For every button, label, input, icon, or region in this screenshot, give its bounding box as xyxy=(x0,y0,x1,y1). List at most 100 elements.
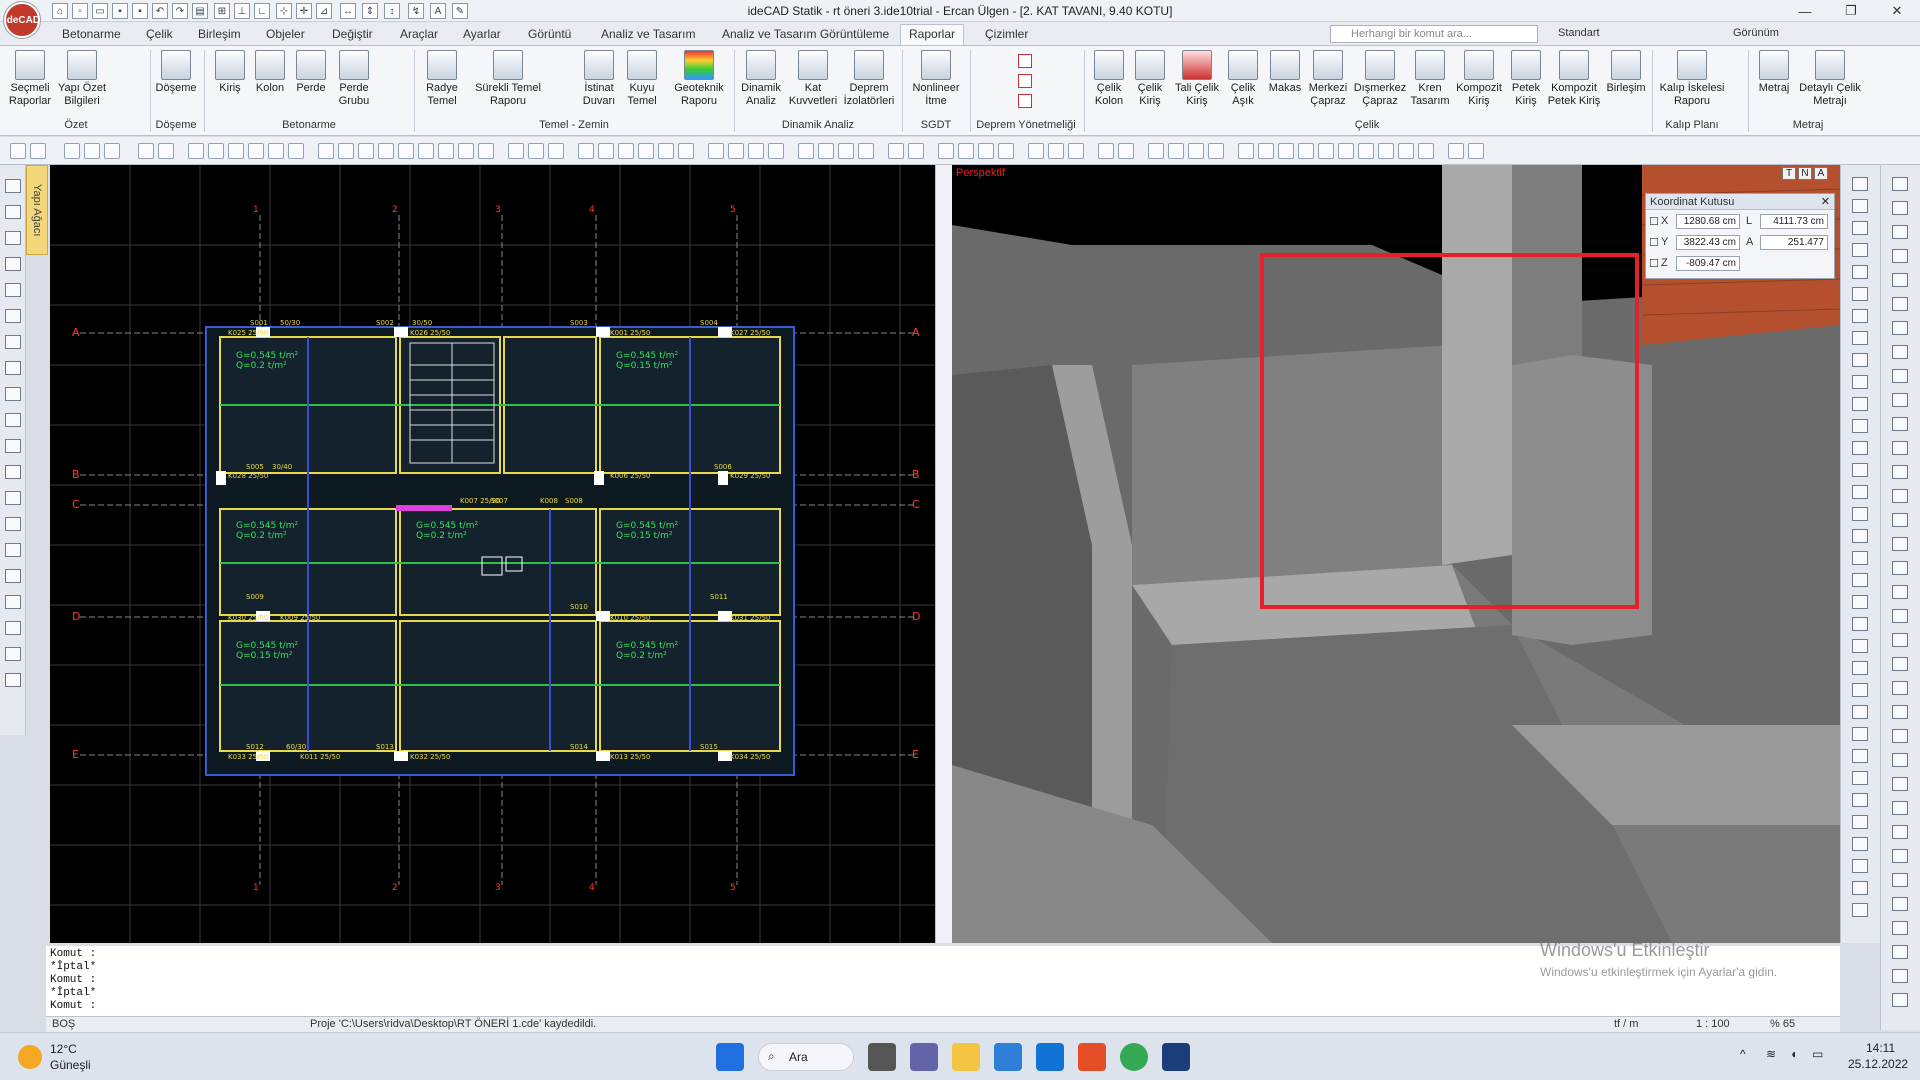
window-split-icon[interactable] xyxy=(1028,143,1044,159)
save-all-icon[interactable]: ▪ xyxy=(132,3,148,19)
app-logo[interactable]: ideCAD xyxy=(4,2,40,38)
table-view-icon[interactable] xyxy=(1448,143,1464,159)
view-cube[interactable]: T N A xyxy=(1782,167,1828,180)
draw-q-icon[interactable] xyxy=(1892,561,1908,575)
tool-ag-icon[interactable] xyxy=(1852,881,1868,895)
trim-icon[interactable] xyxy=(318,143,334,159)
draw-x-icon[interactable] xyxy=(1892,729,1908,743)
draw-a-icon[interactable] xyxy=(1892,177,1908,191)
status-scale[interactable]: 1 : 100 xyxy=(1696,1018,1730,1030)
draw-f-icon[interactable] xyxy=(1892,297,1908,311)
draw-r-icon[interactable] xyxy=(1892,585,1908,599)
world-icon[interactable] xyxy=(1208,143,1224,159)
view-cube-top[interactable]: T xyxy=(1782,167,1796,180)
nonlineer-itme-button[interactable]: Nonlineer İtme xyxy=(908,50,964,108)
kuyu-temel-button[interactable]: Kuyu Temel xyxy=(622,50,662,108)
x-field[interactable]: 1280.68 cm xyxy=(1676,214,1740,229)
hatch2-icon[interactable] xyxy=(5,465,21,479)
perde-grubu-button[interactable]: Perde Grubu xyxy=(334,50,374,108)
space-icon[interactable] xyxy=(5,439,21,453)
hatch-icon[interactable] xyxy=(678,143,694,159)
settings-3d-icon[interactable] xyxy=(1398,143,1414,159)
rectangle-icon[interactable] xyxy=(658,143,674,159)
tool-ab-icon[interactable] xyxy=(1852,771,1868,785)
extend-icon[interactable] xyxy=(338,143,354,159)
fillet-icon[interactable] xyxy=(418,143,434,159)
dinamik-analiz-button[interactable]: Dinamik Analiz xyxy=(738,50,784,108)
tool-x-icon[interactable] xyxy=(1852,683,1868,697)
text-style-icon[interactable]: A xyxy=(430,3,446,19)
kren-tasarim-button[interactable]: Kren Tasarım xyxy=(1408,50,1452,108)
draw-b-icon[interactable] xyxy=(1892,201,1908,215)
camera2-icon[interactable] xyxy=(5,647,21,661)
pick-icon[interactable] xyxy=(84,143,100,159)
deprem-izolator-button[interactable]: Deprem İzolatörleri xyxy=(840,50,898,108)
door-icon[interactable] xyxy=(5,309,21,323)
measure-icon[interactable]: ↔ xyxy=(340,3,356,19)
chat-icon[interactable] xyxy=(910,1043,938,1071)
plan-scrollbar[interactable] xyxy=(935,165,952,943)
y-field[interactable]: 3822.43 cm xyxy=(1676,235,1740,250)
shadow-icon[interactable] xyxy=(1278,143,1294,159)
mail-icon[interactable] xyxy=(1036,1043,1064,1071)
tool-g-icon[interactable] xyxy=(1852,309,1868,323)
walk-icon[interactable] xyxy=(978,143,994,159)
celik-asik-button[interactable]: Çelik Aşık xyxy=(1226,50,1260,108)
secmeli-raporlar-button[interactable]: Seçmeli Raporlar xyxy=(8,50,52,108)
tool-v-icon[interactable] xyxy=(1852,639,1868,653)
tool-ah-icon[interactable] xyxy=(1852,903,1868,917)
pipe-icon[interactable] xyxy=(5,621,21,635)
ucs-icon[interactable] xyxy=(1188,143,1204,159)
tool-j-icon[interactable] xyxy=(1852,375,1868,389)
clock-date[interactable]: 25.12.2022 xyxy=(1848,1057,1908,1071)
railing-icon[interactable] xyxy=(5,361,21,375)
orbit-icon[interactable] xyxy=(958,143,974,159)
kompozit-petek-button[interactable]: Kompozit Petek Kiriş xyxy=(1546,50,1602,108)
explode-icon[interactable] xyxy=(478,143,494,159)
arrow-up-icon[interactable]: ↕ xyxy=(384,3,400,19)
mirror-icon[interactable] xyxy=(228,143,244,159)
line-icon[interactable] xyxy=(578,143,594,159)
offset-icon[interactable] xyxy=(398,143,414,159)
roof-icon[interactable] xyxy=(5,387,21,401)
window-cascade-icon[interactable] xyxy=(1068,143,1084,159)
l-field[interactable]: 4111.73 cm xyxy=(1760,214,1828,229)
tool-aa-icon[interactable] xyxy=(1852,749,1868,763)
tali-celik-button[interactable]: Tali Çelik Kiriş xyxy=(1172,50,1222,108)
stairs-icon[interactable] xyxy=(5,257,21,271)
tab-birlesim[interactable]: Birleşim xyxy=(198,27,241,41)
birlesim-button[interactable]: Birleşim xyxy=(1604,50,1648,95)
tool-i-icon[interactable] xyxy=(1852,353,1868,367)
tab-degistir[interactable]: Değiştir xyxy=(332,27,373,41)
image-icon[interactable] xyxy=(908,143,924,159)
text-icon[interactable] xyxy=(138,143,154,159)
tool-ac-icon[interactable] xyxy=(1852,793,1868,807)
merkezi-capraz-button[interactable]: Merkezi Çapraz xyxy=(1306,50,1350,108)
story-up-icon[interactable] xyxy=(1098,143,1114,159)
draw-j-icon[interactable] xyxy=(1892,393,1908,407)
dim-aligned-icon[interactable] xyxy=(728,143,744,159)
a-field[interactable]: 251.477 xyxy=(1760,235,1828,250)
coord-icon[interactable] xyxy=(1168,143,1184,159)
tool-m-icon[interactable] xyxy=(1852,441,1868,455)
draw-m-icon[interactable] xyxy=(1892,465,1908,479)
section-icon[interactable] xyxy=(818,143,834,159)
tool-r-icon[interactable] xyxy=(1852,551,1868,565)
y-checkbox[interactable]: ☐ xyxy=(1649,236,1659,249)
draw-w-icon[interactable] xyxy=(1892,705,1908,719)
style-select[interactable]: Standart xyxy=(1558,27,1600,39)
story-down-icon[interactable] xyxy=(1118,143,1134,159)
draw-g-icon[interactable] xyxy=(1892,321,1908,335)
draw-d-icon[interactable] xyxy=(1892,249,1908,263)
draw-u-icon[interactable] xyxy=(1892,657,1908,671)
scale-icon[interactable] xyxy=(268,143,284,159)
status-zoom[interactable]: % 65 xyxy=(1770,1018,1795,1030)
animation-icon[interactable] xyxy=(1338,143,1354,159)
kiris-button[interactable]: Kiriş xyxy=(212,50,248,95)
dim-angle-icon[interactable] xyxy=(748,143,764,159)
store-icon[interactable] xyxy=(994,1043,1022,1071)
radye-temel-button[interactable]: Radye Temel xyxy=(420,50,464,108)
plan-view[interactable]: 1 2 3 4 5 1 2 3 4 5 A B C D E A B C D E … xyxy=(50,165,935,943)
redo-icon[interactable]: ↷ xyxy=(172,3,188,19)
tool-o-icon[interactable] xyxy=(1852,485,1868,499)
